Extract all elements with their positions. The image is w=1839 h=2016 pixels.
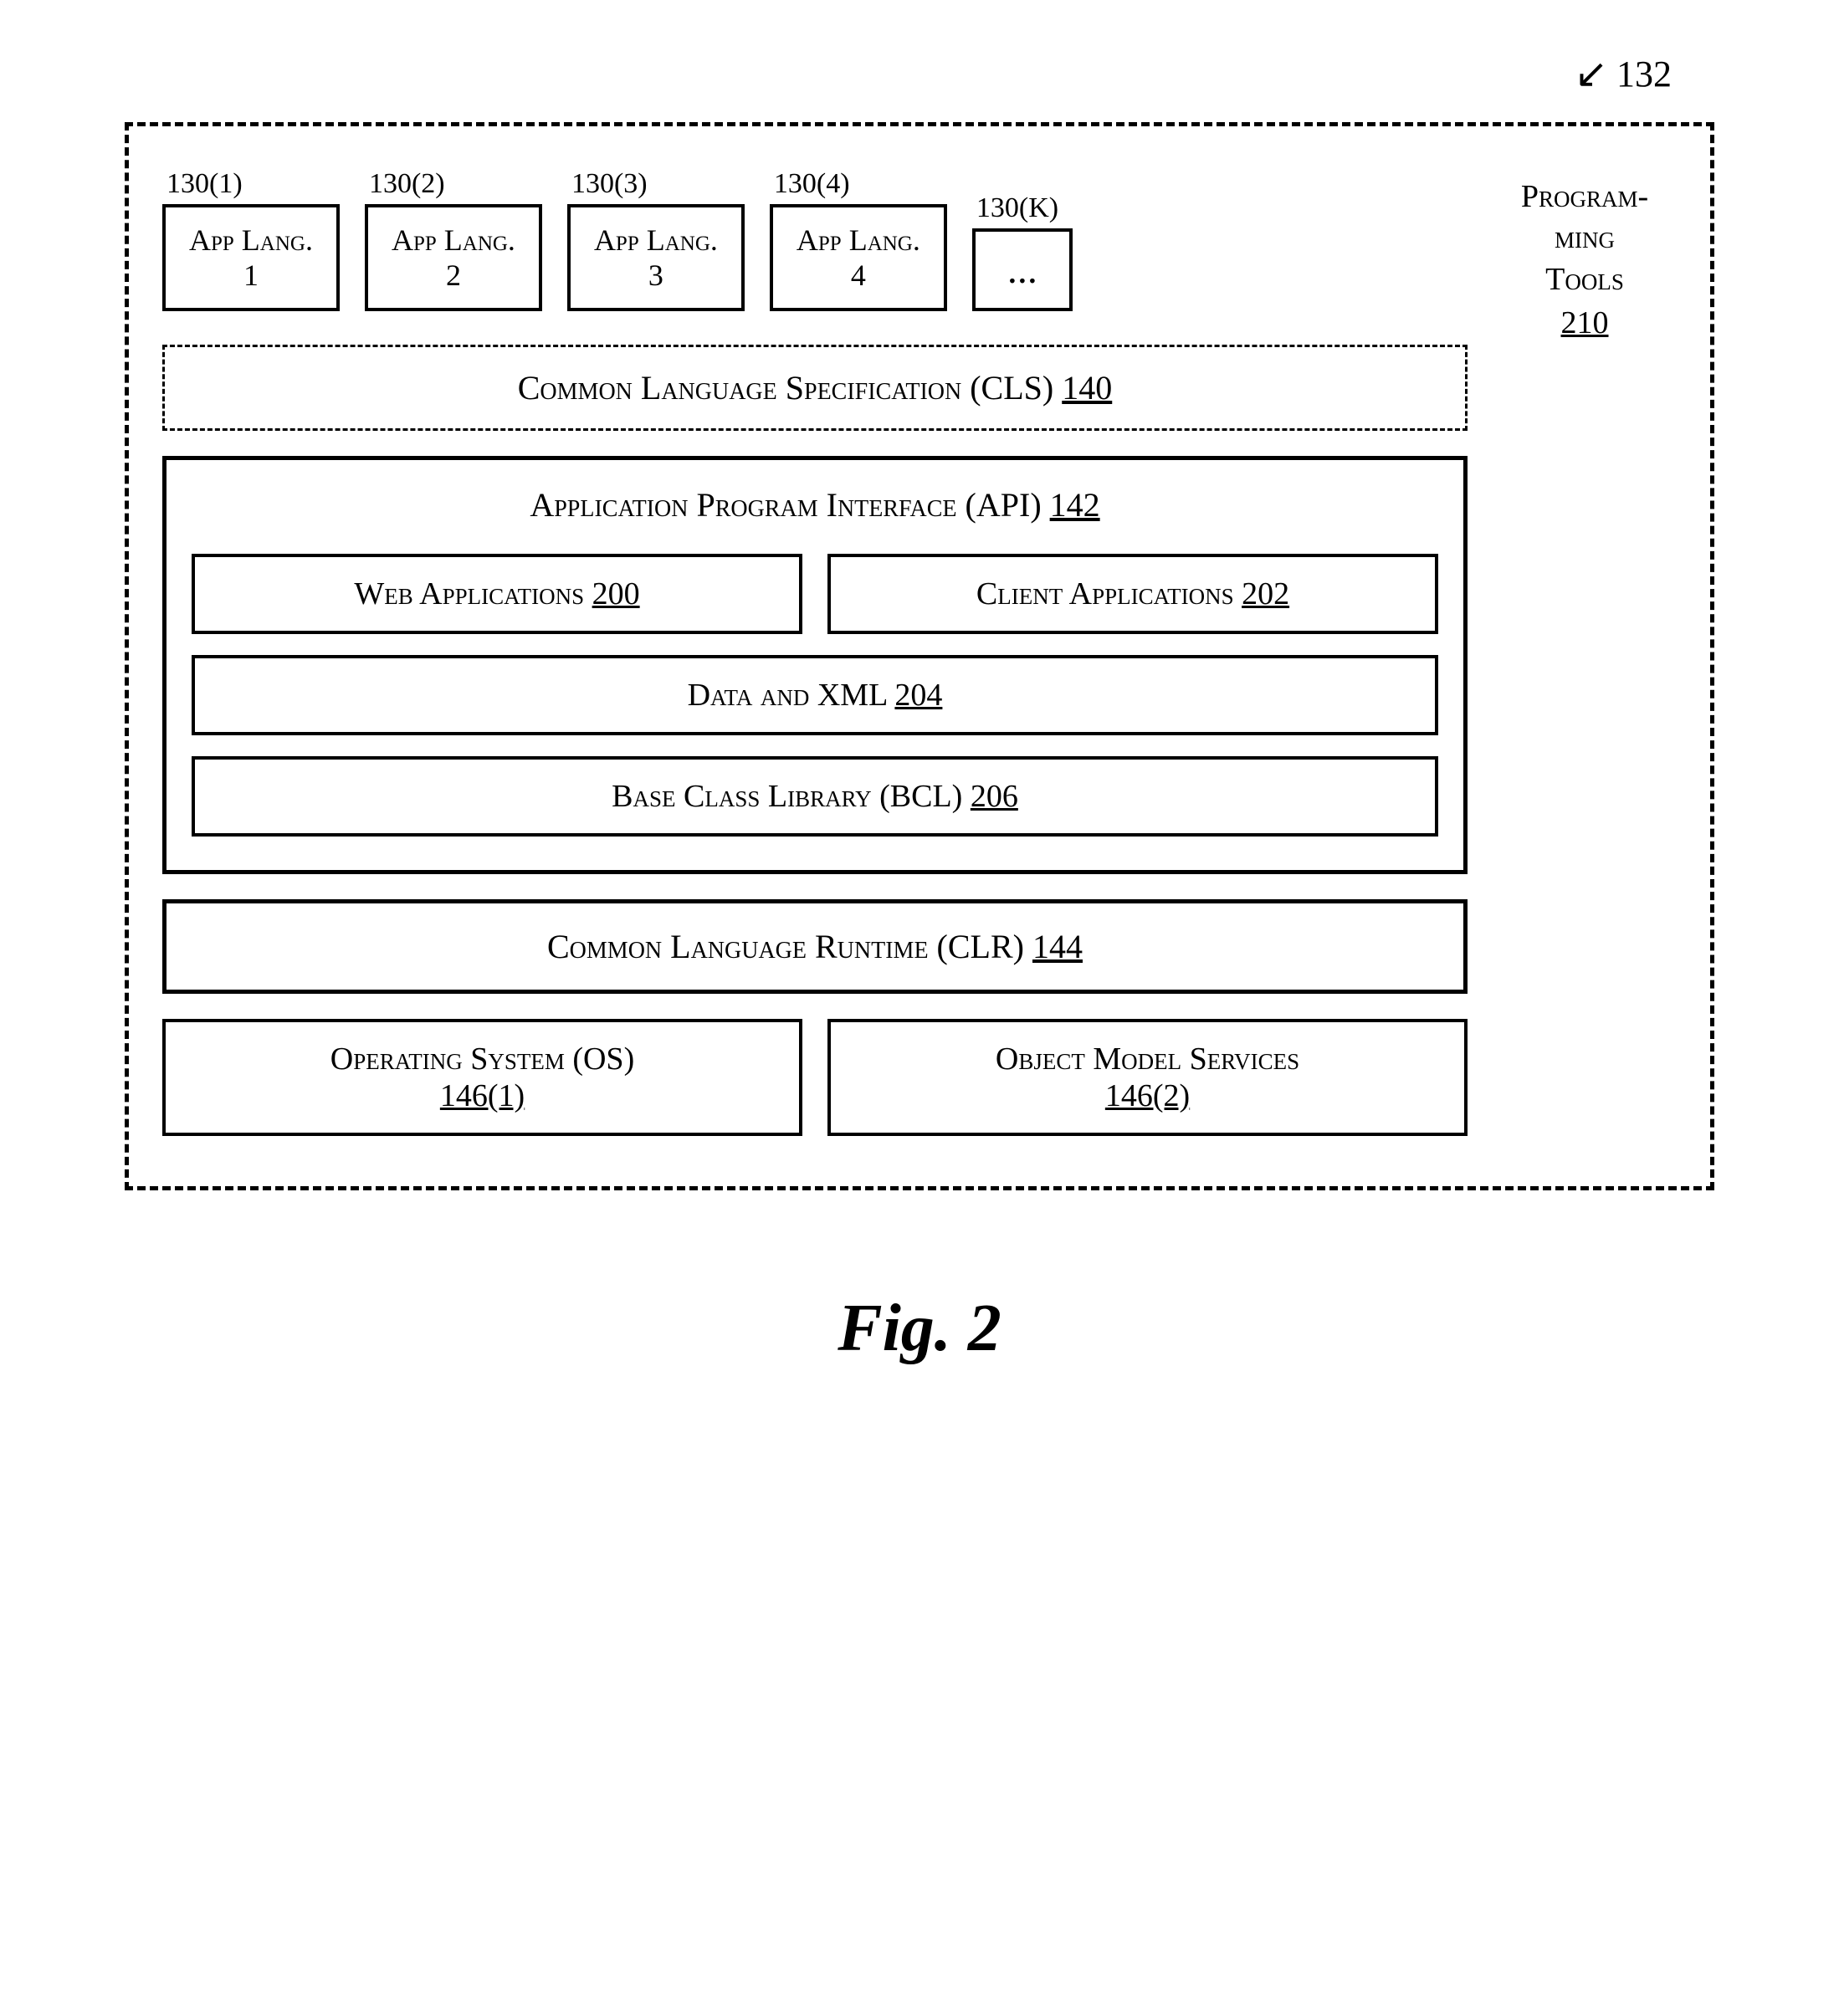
app-lang-2-ref: 130(2) (369, 168, 445, 200)
prog-tools-number: 210 (1561, 304, 1609, 341)
app-lang-1: 130(1) App Lang. 1 (162, 168, 340, 311)
oms-box: Object Model Services 146(2) (827, 1019, 1468, 1136)
api-label: Application Program Interface (API) 142 (192, 485, 1438, 524)
app-lang-3-ref: 130(3) (571, 168, 648, 200)
os-box: Operating System (OS) 146(1) (162, 1019, 802, 1136)
app-lang-3: 130(3) App Lang. 3 (567, 168, 745, 311)
cls-container: Common Language Specification (CLS) 140 (162, 345, 1468, 431)
app-lang-4-box: App Lang. 4 (770, 204, 947, 311)
bcl-box: Base Class Library (BCL) 206 (192, 756, 1438, 837)
ref-132-arrow: ↙ (1575, 50, 1608, 97)
app-lang-1-ref: 130(1) (166, 168, 243, 200)
ref-132: ↙ 132 (1575, 50, 1672, 97)
api-container: Application Program Interface (API) 142 … (162, 456, 1468, 874)
client-applications-box: Client Applications 202 (827, 554, 1438, 634)
app-lang-4-ref: 130(4) (774, 168, 850, 200)
cls-label: Common Language Specification (CLS) 140 (190, 368, 1440, 407)
os-row: Operating System (OS) 146(1) Object Mode… (162, 1019, 1468, 1136)
app-lang-1-box: App Lang. 1 (162, 204, 340, 311)
main-column: 130(1) App Lang. 1 130(2) App Lang. 2 13… (162, 168, 1468, 1136)
app-lang-row: 130(1) App Lang. 1 130(2) App Lang. 2 13… (162, 168, 1468, 320)
api-top-row: Web Applications 200 Client Applications… (192, 554, 1438, 634)
prog-tools-label: Program- ming Tools (1521, 177, 1648, 300)
diagram-area: ↙ 132 130(1) App Lang. 1 130(2) App Lang… (67, 50, 1772, 1367)
clr-container: Common Language Runtime (CLR) 144 (162, 899, 1468, 994)
app-lang-2-box: App Lang. 2 (365, 204, 542, 311)
app-lang-k: 130(K) ... (972, 192, 1073, 311)
prog-tools-column: Program- ming Tools 210 (1493, 168, 1677, 1136)
app-lang-3-box: App Lang. 3 (567, 204, 745, 311)
app-lang-2: 130(2) App Lang. 2 (365, 168, 542, 311)
figure-caption: Fig. 2 (838, 1291, 1001, 1367)
outer-container: 130(1) App Lang. 1 130(2) App Lang. 2 13… (125, 122, 1714, 1190)
data-xml-box: Data and XML 204 (192, 655, 1438, 735)
app-lang-4: 130(4) App Lang. 4 (770, 168, 947, 311)
web-applications-box: Web Applications 200 (192, 554, 802, 634)
app-lang-k-box: ... (972, 228, 1073, 311)
app-lang-k-ref: 130(K) (976, 192, 1058, 224)
ref-132-number: 132 (1616, 53, 1672, 95)
